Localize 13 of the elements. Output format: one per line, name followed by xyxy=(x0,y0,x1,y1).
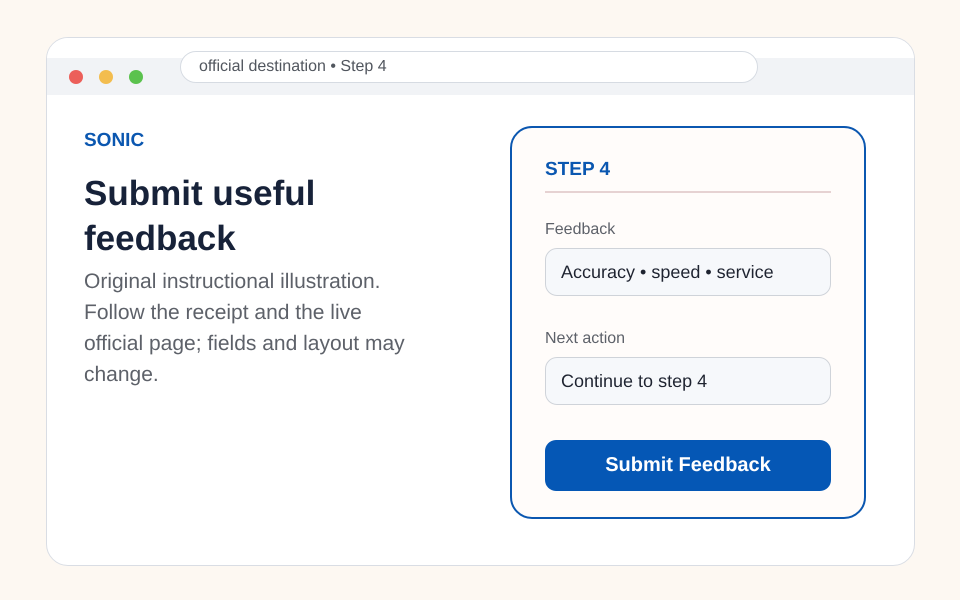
field-label: Next action xyxy=(545,329,626,349)
input-field[interactable]: Continue to step 4 xyxy=(545,357,831,405)
description-text: Original instructional illustration. Follow the receipt and the live official page; fields and layout may change. xyxy=(84,269,406,388)
submit-button[interactable]: Submit Feedback xyxy=(545,440,831,491)
step-heading: STEP 4 xyxy=(545,159,612,181)
brand-label: SONIC xyxy=(84,130,146,152)
address-bar[interactable]: official destination • Step 4 xyxy=(180,51,758,83)
input-field[interactable]: Accuracy • speed • service xyxy=(545,248,831,296)
window-control-dot-icon[interactable] xyxy=(129,70,143,84)
field-label: Feedback xyxy=(545,220,616,240)
window-control-dot-icon[interactable] xyxy=(99,70,113,84)
page-heading: Submit useful feedback xyxy=(84,173,316,260)
window-control-dot-icon[interactable] xyxy=(69,70,83,84)
